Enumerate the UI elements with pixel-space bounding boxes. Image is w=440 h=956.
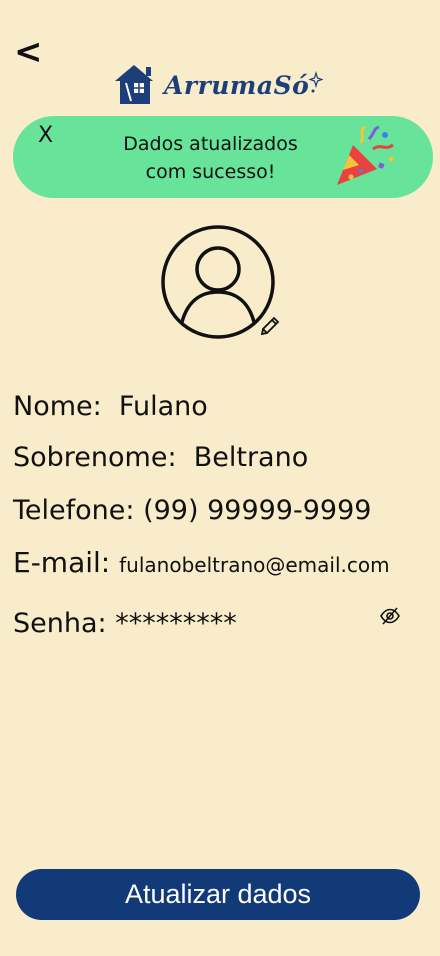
nome-label: Nome: [13, 391, 102, 422]
field-nome: Nome: Fulano [13, 390, 208, 424]
field-telefone: Telefone: (99) 99999-9999 [13, 494, 371, 528]
field-email: E-mail: fulanobeltrano@email.com [13, 546, 390, 582]
party-popper-icon [335, 125, 397, 193]
email-value: fulanobeltrano@email.com [119, 553, 390, 577]
app-logo: ArrumaSó [112, 61, 325, 109]
senha-value: ********* [115, 608, 237, 639]
edit-avatar-button[interactable] [259, 315, 281, 341]
back-button[interactable]: < [14, 32, 43, 72]
toast-message-line2: com sucesso! [145, 161, 276, 183]
sparkle-icon [308, 70, 325, 99]
toast-message: Dados atualizados com sucesso! [113, 130, 308, 186]
email-label: E-mail: [13, 546, 111, 579]
sobrenome-value: Beltrano [193, 442, 309, 473]
senha-label: Senha: [13, 608, 107, 639]
toggle-password-visibility[interactable] [379, 606, 401, 630]
telefone-value: (99) 99999-9999 [143, 495, 372, 526]
telefone-label: Telefone: [13, 495, 135, 526]
sobrenome-label: Sobrenome: [13, 442, 177, 473]
toast-message-line1: Dados atualizados [123, 133, 298, 155]
success-toast: X Dados atualizados com sucesso! [13, 116, 433, 198]
logo-text: ArrumaSó [164, 70, 310, 100]
update-data-button[interactable]: Atualizar dados [16, 869, 420, 920]
nome-value: Fulano [118, 391, 208, 422]
eye-off-icon [379, 607, 401, 630]
toast-close-button[interactable]: X [38, 122, 53, 150]
house-logo-icon [112, 61, 158, 109]
pencil-icon [259, 316, 281, 341]
field-sobrenome: Sobrenome: Beltrano [13, 441, 308, 475]
field-senha: Senha: ********* [13, 607, 237, 641]
